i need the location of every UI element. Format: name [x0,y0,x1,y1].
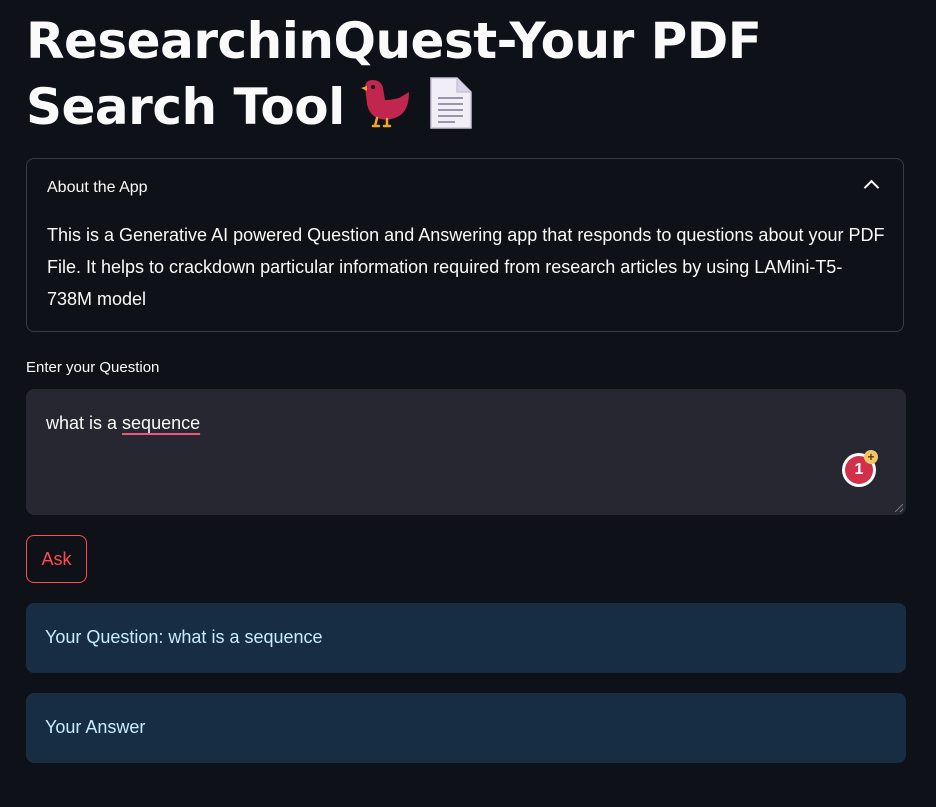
question-info-box: Your Question: what is a sequence [26,603,906,673]
about-expander-title: About the App [47,179,148,196]
grammar-badge-icon[interactable]: 1 + [842,450,878,487]
question-label: Enter your Question [26,359,160,376]
question-textarea-value[interactable]: what is a sequence [46,413,200,434]
ask-button[interactable]: Ask [26,535,87,583]
page-title: ResearchinQuest-Your PDF Search Tool [26,8,906,146]
answer-info-box: Your Answer [26,693,906,763]
about-expander: About the App This is a Generative AI po… [26,158,904,332]
resize-grip-icon[interactable] [895,504,903,512]
about-expander-header[interactable]: About the App [27,159,903,217]
about-description: This is a Generative AI powered Question… [47,225,885,309]
bird-icon [359,76,413,146]
document-icon [427,76,473,146]
question-textarea[interactable]: what is a sequence 1 + [26,389,906,515]
grammar-badge-plus: + [864,450,878,464]
question-value-prefix: what is a [46,413,123,433]
chevron-up-icon[interactable] [863,179,880,196]
app-page: ResearchinQuest-Your PDF Search Tool Abo… [0,0,936,807]
answer-heading: Your Answer [45,717,146,737]
spellcheck-flagged-word[interactable]: sequence [122,413,200,433]
question-echo: Your Question: what is a sequence [45,627,323,647]
